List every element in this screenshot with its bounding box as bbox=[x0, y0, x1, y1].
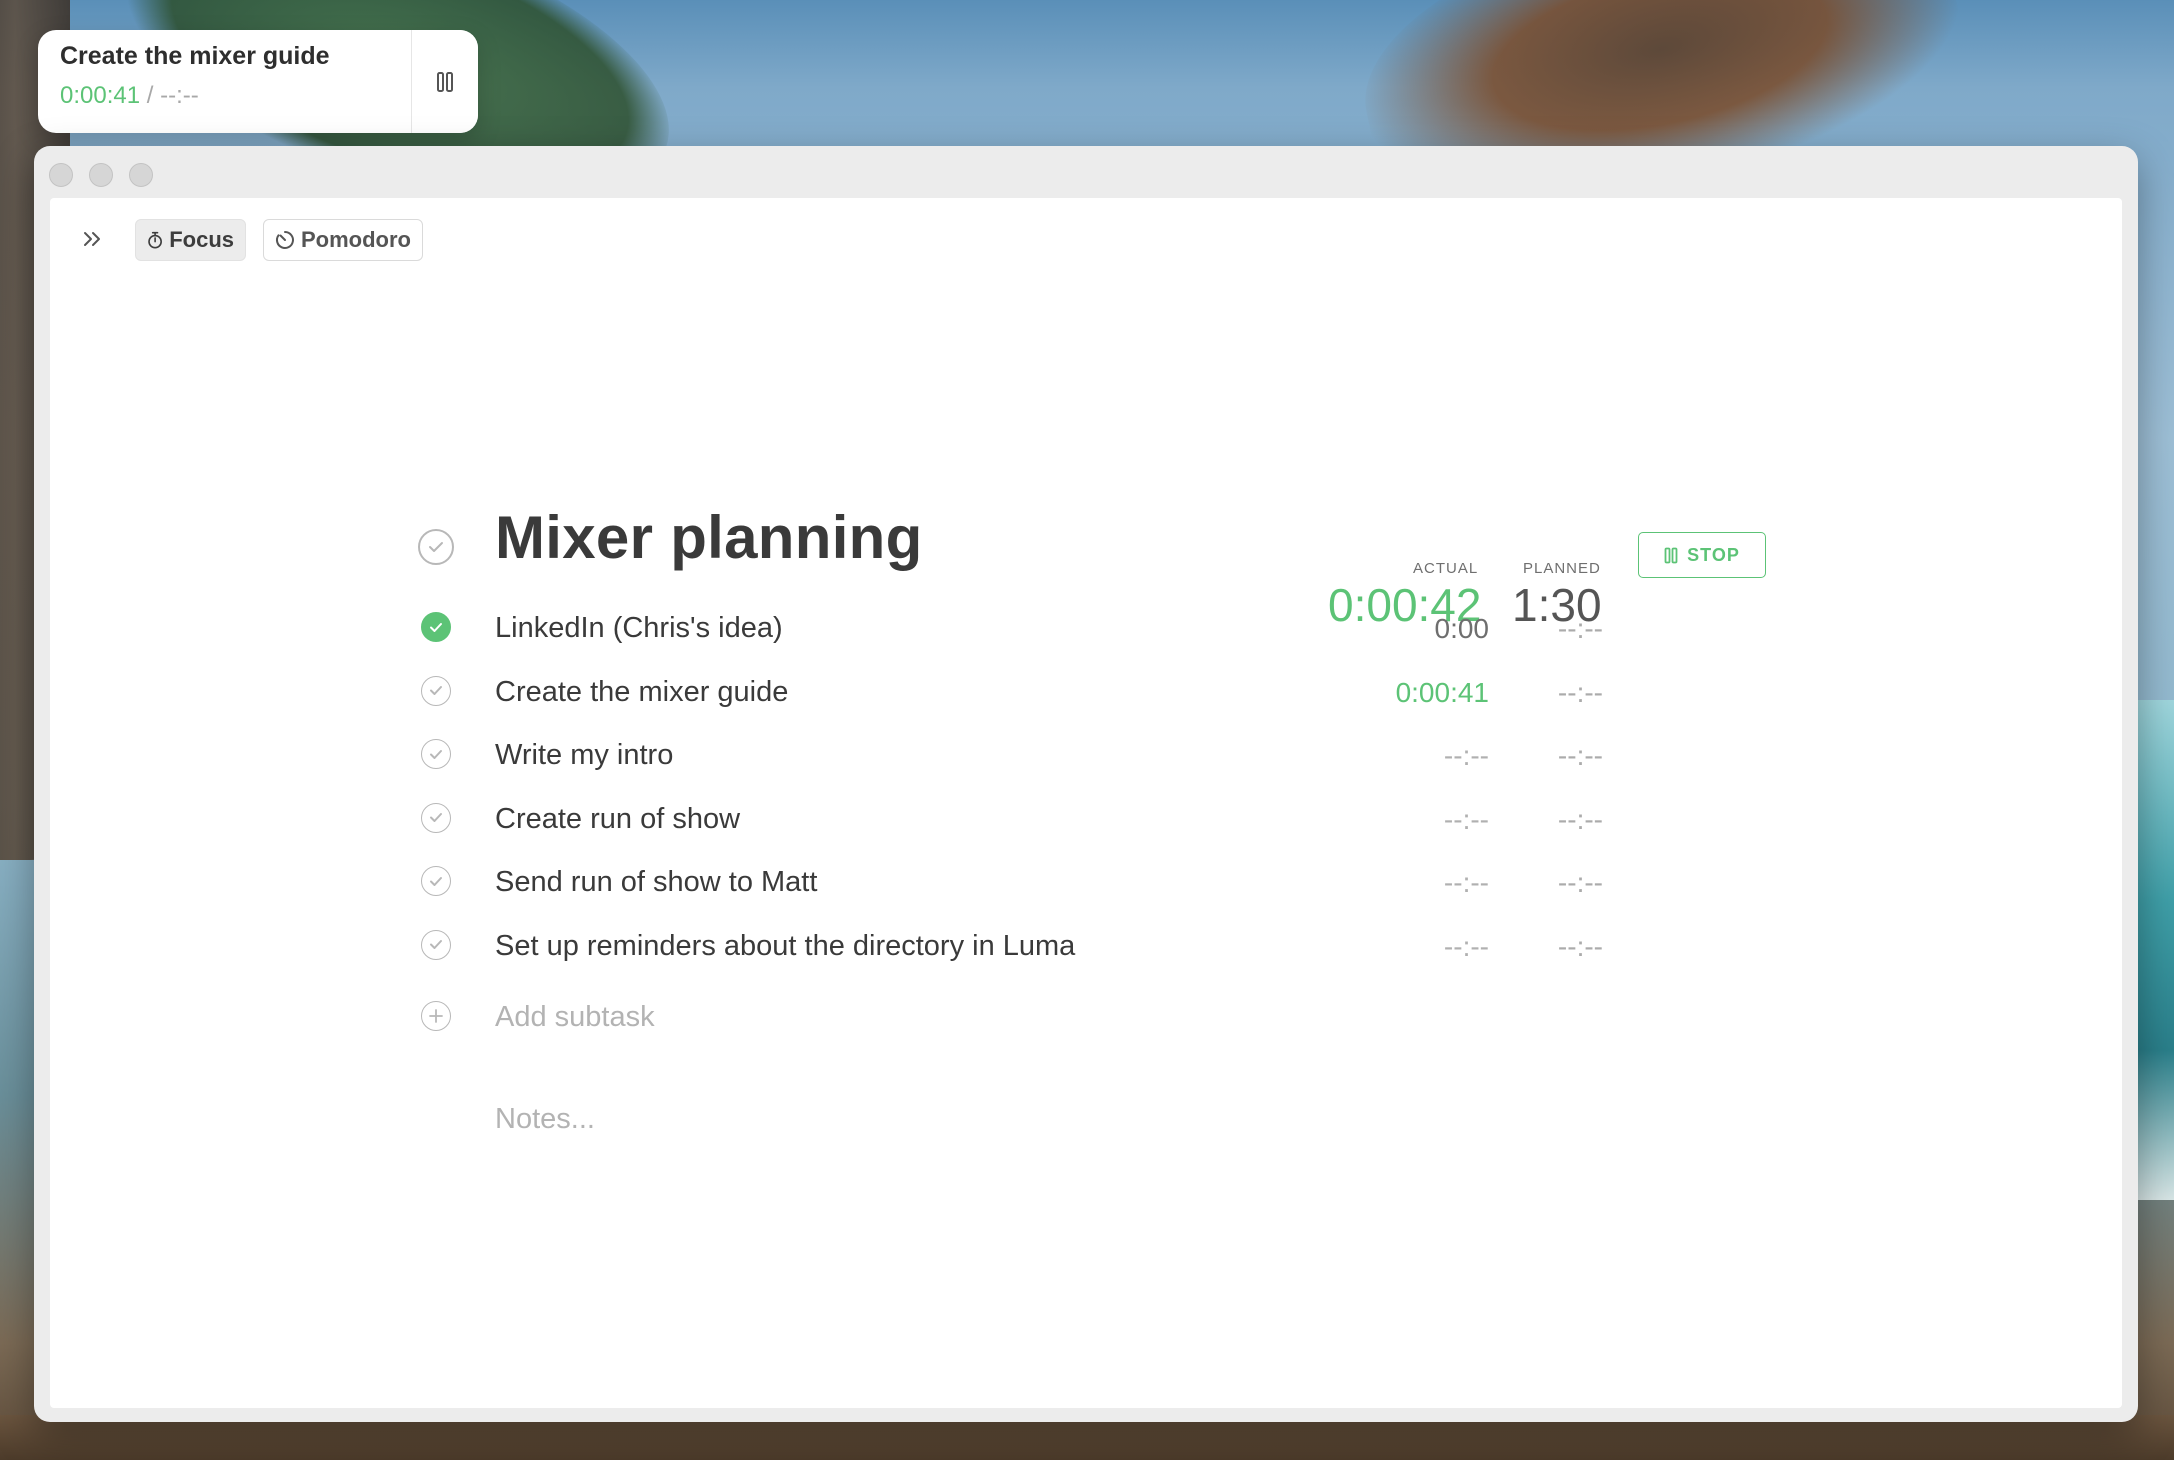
subtask-row[interactable]: Set up reminders about the directory in … bbox=[50, 922, 2122, 972]
tab-focus[interactable]: Focus bbox=[135, 219, 246, 261]
pause-icon bbox=[1664, 547, 1678, 563]
subtask-planned-time[interactable]: --:-- bbox=[1558, 931, 1603, 963]
subtask-actual-time: --:-- bbox=[1443, 740, 1489, 771]
mini-timer-time: 0:00:41 / --:-- bbox=[60, 82, 199, 110]
timer-icon bbox=[275, 231, 294, 249]
stopwatch-icon bbox=[148, 231, 162, 249]
main-content: Focus Pomodoro Mixer planning ACTUAL PLA… bbox=[50, 198, 2122, 1408]
tab-pomodoro[interactable]: Pomodoro bbox=[263, 219, 423, 261]
stop-button-label: STOP bbox=[1687, 544, 1740, 565]
double-chevron-right-icon bbox=[84, 232, 100, 246]
subtask-label[interactable]: Send run of show to Matt bbox=[495, 866, 817, 899]
add-subtask-button[interactable] bbox=[421, 1001, 451, 1031]
subtask-checkbox[interactable] bbox=[421, 739, 451, 769]
subtask-planned-time[interactable]: --:-- bbox=[1558, 740, 1603, 772]
subtask-label[interactable]: LinkedIn (Chris's idea) bbox=[495, 612, 783, 645]
check-icon bbox=[430, 622, 442, 632]
subtask-checkbox[interactable] bbox=[421, 675, 451, 706]
subtask-checkbox[interactable] bbox=[421, 612, 451, 642]
tab-focus-label: Focus bbox=[169, 227, 234, 252]
check-icon bbox=[429, 542, 443, 552]
subtask-planned-time[interactable]: --:-- bbox=[1558, 677, 1603, 709]
subtask-actual-time: --:-- bbox=[1443, 867, 1489, 898]
close-window-button[interactable] bbox=[49, 163, 73, 187]
subtask-checkbox[interactable] bbox=[421, 929, 451, 960]
subtask-label[interactable]: Write my intro bbox=[495, 739, 673, 772]
pause-icon bbox=[437, 71, 453, 92]
subtask-row[interactable]: Create the mixer guide 0:00:41 --:-- bbox=[50, 668, 2122, 718]
actual-column-header: ACTUAL bbox=[1413, 560, 1479, 577]
subtask-actual-time: --:-- bbox=[1443, 803, 1489, 835]
subtask-row[interactable]: Send run of show to Matt --:-- --:-- bbox=[50, 858, 2122, 908]
task-title[interactable]: Mixer planning bbox=[495, 503, 923, 572]
mini-timer-actual: 0:00:41 bbox=[60, 82, 141, 109]
check-icon bbox=[430, 749, 442, 759]
task-complete-checkbox[interactable] bbox=[418, 529, 454, 565]
subtask-checkbox[interactable] bbox=[421, 802, 451, 833]
mini-timer-pause-button[interactable] bbox=[412, 30, 478, 133]
subtask-row[interactable]: LinkedIn (Chris's idea) 0:00 --:-- bbox=[50, 604, 2122, 654]
zoom-window-button[interactable] bbox=[129, 163, 153, 187]
subtask-planned-time[interactable]: --:-- bbox=[1558, 867, 1603, 899]
mini-timer-planned: --:-- bbox=[160, 82, 199, 109]
subtask-actual-time: --:-- bbox=[1443, 930, 1489, 962]
subtask-label[interactable]: Create the mixer guide bbox=[495, 676, 788, 709]
check-icon bbox=[430, 813, 442, 822]
planned-column-header: PLANNED bbox=[1523, 560, 1601, 577]
check-icon bbox=[430, 940, 442, 949]
notes-field[interactable]: Notes... bbox=[495, 1103, 595, 1136]
subtask-checkbox[interactable] bbox=[421, 866, 451, 896]
minimize-window-button[interactable] bbox=[89, 163, 113, 187]
subtask-label[interactable]: Set up reminders about the directory in … bbox=[495, 930, 1075, 963]
subtask-row[interactable]: Create run of show --:-- --:-- bbox=[50, 795, 2122, 845]
toolbar: Focus Pomodoro bbox=[50, 198, 2122, 278]
mini-timer-separator: / bbox=[146, 82, 154, 109]
subtask-label[interactable]: Create run of show bbox=[495, 803, 740, 836]
check-icon bbox=[430, 686, 442, 695]
mini-timer-task: Create the mixer guide bbox=[60, 42, 330, 70]
subtask-planned-time[interactable]: --:-- bbox=[1558, 804, 1603, 836]
subtask-actual-time: 0:00:41 bbox=[1395, 676, 1489, 708]
subtask-planned-time[interactable]: --:-- bbox=[1558, 613, 1603, 645]
plus-icon bbox=[429, 1009, 443, 1023]
sidebar-toggle-button[interactable] bbox=[76, 222, 110, 256]
stop-button[interactable]: STOP bbox=[1638, 532, 1766, 578]
add-subtask-row[interactable]: Add subtask bbox=[50, 993, 2122, 1043]
check-icon bbox=[430, 876, 442, 886]
add-subtask-input[interactable]: Add subtask bbox=[495, 1001, 655, 1034]
mini-timer-widget[interactable]: Create the mixer guide 0:00:41 / --:-- bbox=[38, 30, 478, 133]
subtask-actual-time: 0:00 bbox=[1434, 613, 1490, 644]
window-titlebar[interactable] bbox=[34, 146, 2138, 198]
subtask-row[interactable]: Write my intro --:-- --:-- bbox=[50, 731, 2122, 781]
app-window: Focus Pomodoro Mixer planning ACTUAL PLA… bbox=[34, 146, 2138, 1422]
tab-pomodoro-label: Pomodoro bbox=[301, 227, 411, 252]
